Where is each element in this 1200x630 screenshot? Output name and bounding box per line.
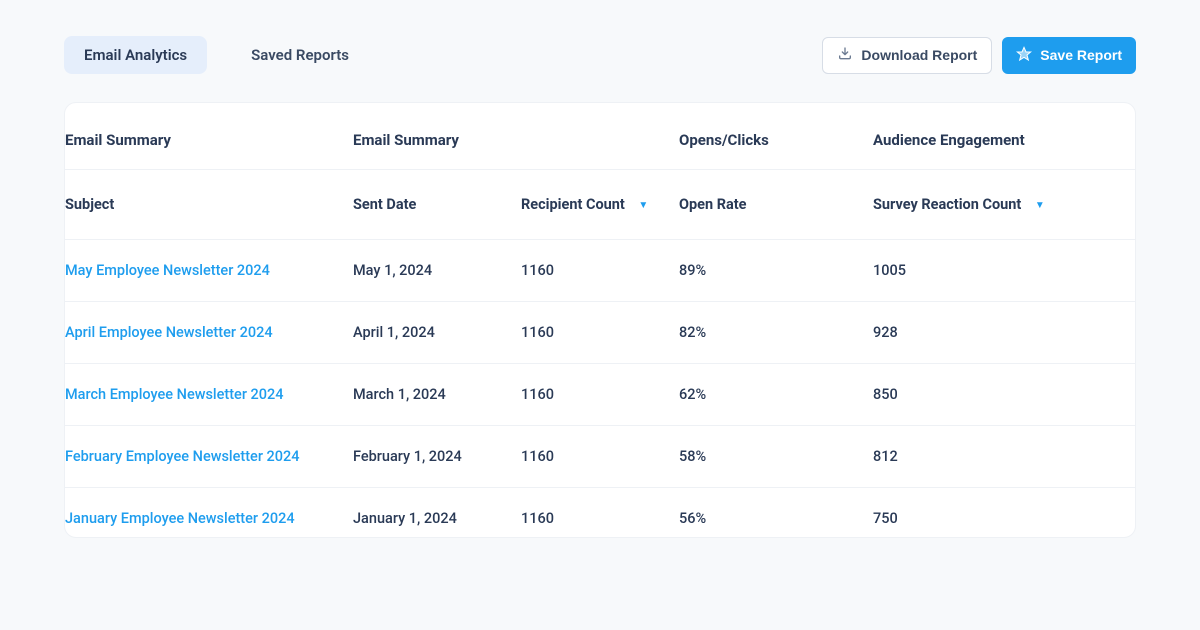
- tab-email-analytics[interactable]: Email Analytics: [64, 36, 207, 74]
- cell-survey-reaction: 812: [873, 426, 1135, 488]
- column-header-subject[interactable]: Subject: [65, 170, 353, 240]
- cell-recipient-count: 1160: [521, 364, 679, 426]
- cell-sent-date: February 1, 2024: [353, 426, 521, 488]
- table-row: April Employee Newsletter 2024 April 1, 2…: [65, 302, 1135, 364]
- group-header-engagement: Audience Engagement: [873, 103, 1135, 170]
- cell-sent-date: March 1, 2024: [353, 364, 521, 426]
- tab-saved-reports[interactable]: Saved Reports: [231, 36, 369, 74]
- cell-sent-date: January 1, 2024: [353, 488, 521, 538]
- table-row: January Employee Newsletter 2024 January …: [65, 488, 1135, 538]
- column-header-survey-reaction-label: Survey Reaction Count: [873, 196, 1021, 213]
- download-report-label: Download Report: [861, 47, 977, 63]
- cell-survey-reaction: 1005: [873, 240, 1135, 302]
- cell-recipient-count: 1160: [521, 426, 679, 488]
- email-subject-link[interactable]: May Employee Newsletter 2024: [65, 262, 270, 279]
- cell-sent-date: May 1, 2024: [353, 240, 521, 302]
- column-header-row: Subject Sent Date Recipient Count ▼ Open…: [65, 170, 1135, 240]
- cell-recipient-count: 1160: [521, 488, 679, 538]
- cell-recipient-count: 1160: [521, 302, 679, 364]
- table-row: May Employee Newsletter 2024May 1, 20241…: [65, 240, 1135, 302]
- column-header-open-rate[interactable]: Open Rate: [679, 170, 873, 240]
- download-icon: [837, 46, 853, 65]
- group-header-row: Email Summary Email Summary Opens/Clicks…: [65, 103, 1135, 170]
- header-actions: Download Report Save Report: [822, 37, 1136, 74]
- cell-survey-reaction: 928: [873, 302, 1135, 364]
- email-subject-link[interactable]: March Employee Newsletter 2024: [65, 386, 284, 403]
- sort-caret-icon: ▼: [638, 200, 648, 211]
- email-subject-link[interactable]: April Employee Newsletter 2024: [65, 324, 273, 341]
- group-header-summary-2: Email Summary: [353, 103, 679, 170]
- report-card: Email Summary Email Summary Opens/Clicks…: [64, 102, 1136, 538]
- tabs: Email Analytics Saved Reports: [64, 36, 369, 74]
- column-header-recipient-count[interactable]: Recipient Count ▼: [521, 170, 679, 240]
- cell-open-rate: 56%: [679, 488, 873, 538]
- save-report-button[interactable]: Save Report: [1002, 37, 1136, 74]
- header: Email Analytics Saved Reports Download R…: [64, 36, 1136, 74]
- sort-caret-icon: ▼: [1035, 200, 1045, 211]
- group-header-opens-clicks: Opens/Clicks: [679, 103, 873, 170]
- table-row: February Employee Newsletter 2024 Februar…: [65, 426, 1135, 488]
- group-header-summary-1: Email Summary: [65, 103, 353, 170]
- cell-recipient-count: 1160: [521, 240, 679, 302]
- star-icon: [1016, 46, 1032, 65]
- cell-survey-reaction: 750: [873, 488, 1135, 538]
- email-subject-link[interactable]: February Employee Newsletter 2024: [65, 448, 300, 465]
- column-header-survey-reaction[interactable]: Survey Reaction Count ▼: [873, 170, 1135, 240]
- column-header-sent-date[interactable]: Sent Date: [353, 170, 521, 240]
- analytics-table: Email Summary Email Summary Opens/Clicks…: [65, 103, 1135, 537]
- cell-open-rate: 89%: [679, 240, 873, 302]
- cell-sent-date: April 1, 2024: [353, 302, 521, 364]
- save-report-label: Save Report: [1040, 47, 1122, 63]
- download-report-button[interactable]: Download Report: [822, 37, 992, 74]
- cell-open-rate: 62%: [679, 364, 873, 426]
- cell-open-rate: 82%: [679, 302, 873, 364]
- cell-open-rate: 58%: [679, 426, 873, 488]
- table-row: March Employee Newsletter 2024 March 1, 2…: [65, 364, 1135, 426]
- cell-survey-reaction: 850: [873, 364, 1135, 426]
- email-subject-link[interactable]: January Employee Newsletter 2024: [65, 510, 295, 527]
- column-header-recipient-count-label: Recipient Count: [521, 196, 625, 213]
